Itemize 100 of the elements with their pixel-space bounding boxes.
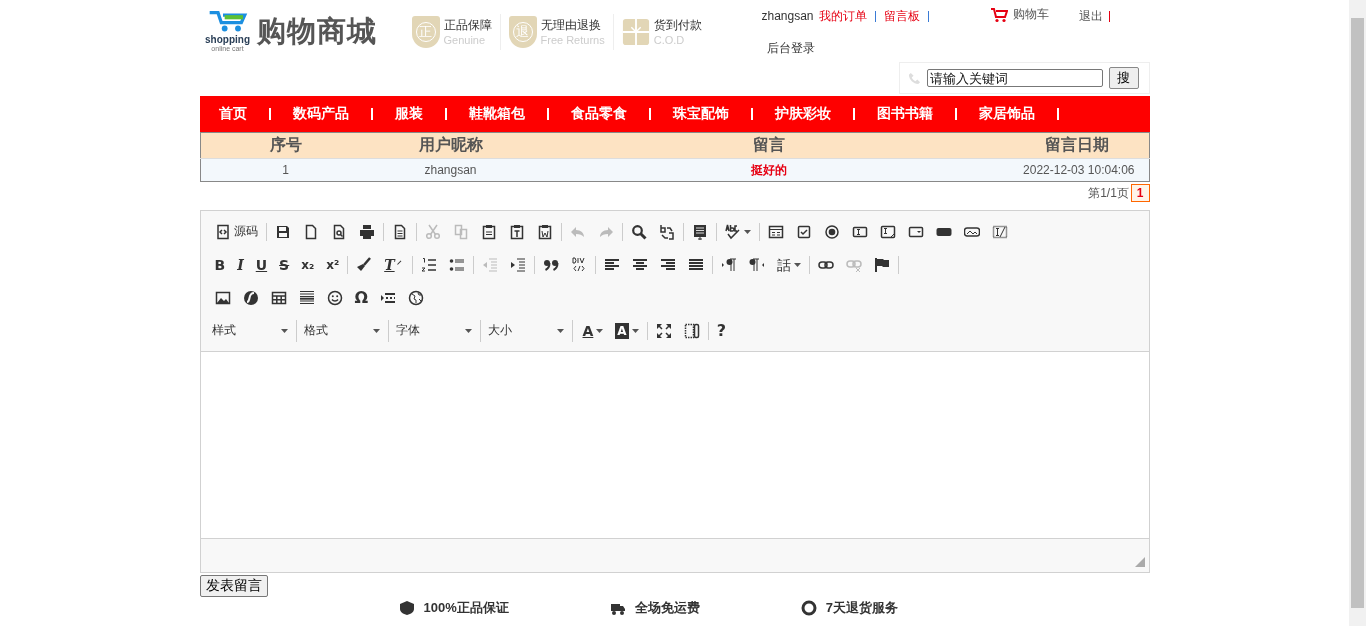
paintbrush-icon (356, 256, 373, 273)
resize-handle-icon (1134, 557, 1145, 567)
page-link[interactable]: 1 (1130, 184, 1150, 202)
textcolor-button[interactable]: A (576, 317, 610, 344)
nav-link[interactable]: 鞋靴箱包 (468, 105, 525, 123)
form-icon (767, 223, 784, 240)
underline-button[interactable]: U (249, 251, 274, 278)
expand-arrows-icon (655, 322, 672, 339)
nav-link[interactable]: 服装 (394, 105, 423, 123)
clipboard-word-icon (536, 223, 553, 240)
strike-button[interactable]: S (273, 251, 296, 278)
dropdown[interactable]: 字体 (392, 319, 481, 342)
superscript-button[interactable]: x² (320, 251, 346, 278)
caret-icon (793, 262, 801, 267)
spellcheck-icon (724, 223, 741, 240)
nav-link[interactable]: 图书书籍 (876, 105, 933, 123)
nav-link[interactable]: 家居饰品 (978, 105, 1035, 123)
user-link[interactable]: 留言板 (883, 7, 920, 25)
badge-title: 货到付款 (653, 17, 702, 33)
div-tag-icon (570, 256, 587, 273)
table-cell: 1 (200, 158, 371, 182)
column-header: 序号 (200, 132, 371, 159)
nav-link[interactable]: 数码产品 (292, 105, 349, 123)
align-center-icon (631, 256, 648, 273)
outdent-icon (481, 256, 498, 273)
align-left-icon (603, 256, 620, 273)
shield-icon (397, 600, 416, 616)
indent-icon (509, 256, 526, 273)
printer-icon (358, 223, 375, 240)
username: zhangsan (761, 9, 814, 23)
shield-icon: 退 (508, 16, 537, 48)
submit-button[interactable]: 发表留言 (199, 575, 268, 597)
source-icon (214, 223, 231, 240)
cart-link[interactable]: 购物车 (989, 6, 1049, 23)
nav-link[interactable]: 珠宝配饰 (672, 105, 729, 123)
copy-icon (452, 223, 469, 240)
column-header: 留言 (530, 132, 1007, 159)
search-icon (630, 223, 647, 240)
nav-link[interactable]: 首页 (218, 105, 247, 123)
scissors-icon (424, 223, 441, 240)
shield-icon: 正 (411, 16, 440, 48)
hidden-field-icon (991, 223, 1008, 240)
logout-link[interactable]: 退出 (1078, 8, 1103, 25)
service-label: 全场免运费 (634, 599, 700, 617)
text-area-icon (879, 223, 896, 240)
globe-icon (408, 289, 425, 306)
bulleted-list-icon (448, 256, 465, 273)
shopping-cart-icon (207, 10, 248, 32)
clipboard-icon (480, 223, 497, 240)
search-field[interactable]: 请输入关键词 (926, 69, 1103, 87)
justify-icon (687, 256, 704, 273)
flash-icon (242, 289, 259, 306)
show-blocks-icon (683, 322, 700, 339)
message-cell: 挺好的 (530, 158, 1007, 182)
badge-title: 正品保障 (443, 17, 492, 33)
about-button[interactable]: ? (710, 317, 732, 344)
caret-icon (556, 328, 564, 333)
dropdown[interactable]: 大小 (484, 319, 573, 342)
dropdown[interactable]: 样式 (208, 319, 297, 342)
caret-icon (631, 328, 639, 333)
caret-icon (743, 229, 751, 234)
paragraph-arrow-left-icon (748, 256, 765, 273)
language-button[interactable]: 話 (770, 251, 807, 278)
nav-link[interactable]: 护肤彩妆 (774, 105, 831, 123)
cart-icon (989, 6, 1008, 23)
badge-title: 无理由退换 (540, 17, 602, 33)
table-cell: zhangsan (370, 158, 531, 182)
specialchar-button[interactable]: Ω (348, 284, 375, 311)
table-icon (270, 289, 287, 306)
table-cell: 2022-12-03 10:04:06 (1006, 158, 1149, 182)
removeformat-button[interactable]: T (378, 251, 410, 278)
scrollbar[interactable] (1349, 0, 1366, 626)
caret-icon (596, 328, 604, 333)
flag-icon (873, 256, 890, 273)
subscript-button[interactable]: x₂ (295, 251, 321, 278)
bold-button[interactable]: B (208, 251, 232, 278)
italic-button[interactable]: I (231, 251, 250, 278)
replace-icon (658, 223, 675, 240)
numbered-list-icon (420, 256, 437, 273)
nav-link[interactable]: 食品零食 (570, 105, 627, 123)
search-button[interactable]: 搜 (1108, 67, 1139, 89)
horizontal-rule-icon (298, 289, 315, 306)
logo-wordmark: shopping (205, 34, 250, 45)
user-link[interactable]: 我的订单 (818, 7, 867, 25)
radio-icon (823, 223, 840, 240)
column-header: 留言日期 (1006, 132, 1149, 159)
phone-icon (907, 71, 921, 85)
admin-login-link[interactable]: 后台登录 (766, 40, 990, 57)
smiley-icon (326, 289, 343, 306)
image-icon (214, 289, 231, 306)
column-header: 用户昵称 (370, 132, 531, 159)
caret-icon (464, 328, 472, 333)
service-label: 7天退货服务 (825, 599, 898, 617)
source-button[interactable]: 源码 (208, 218, 264, 245)
bgcolor-button[interactable]: A (609, 317, 645, 344)
dropdown[interactable]: 格式 (300, 319, 389, 342)
page-summary: 第1/1页 (1088, 184, 1129, 202)
checkbox-icon (795, 223, 812, 240)
align-right-icon (659, 256, 676, 273)
site-title: 购物商城 (256, 13, 377, 49)
